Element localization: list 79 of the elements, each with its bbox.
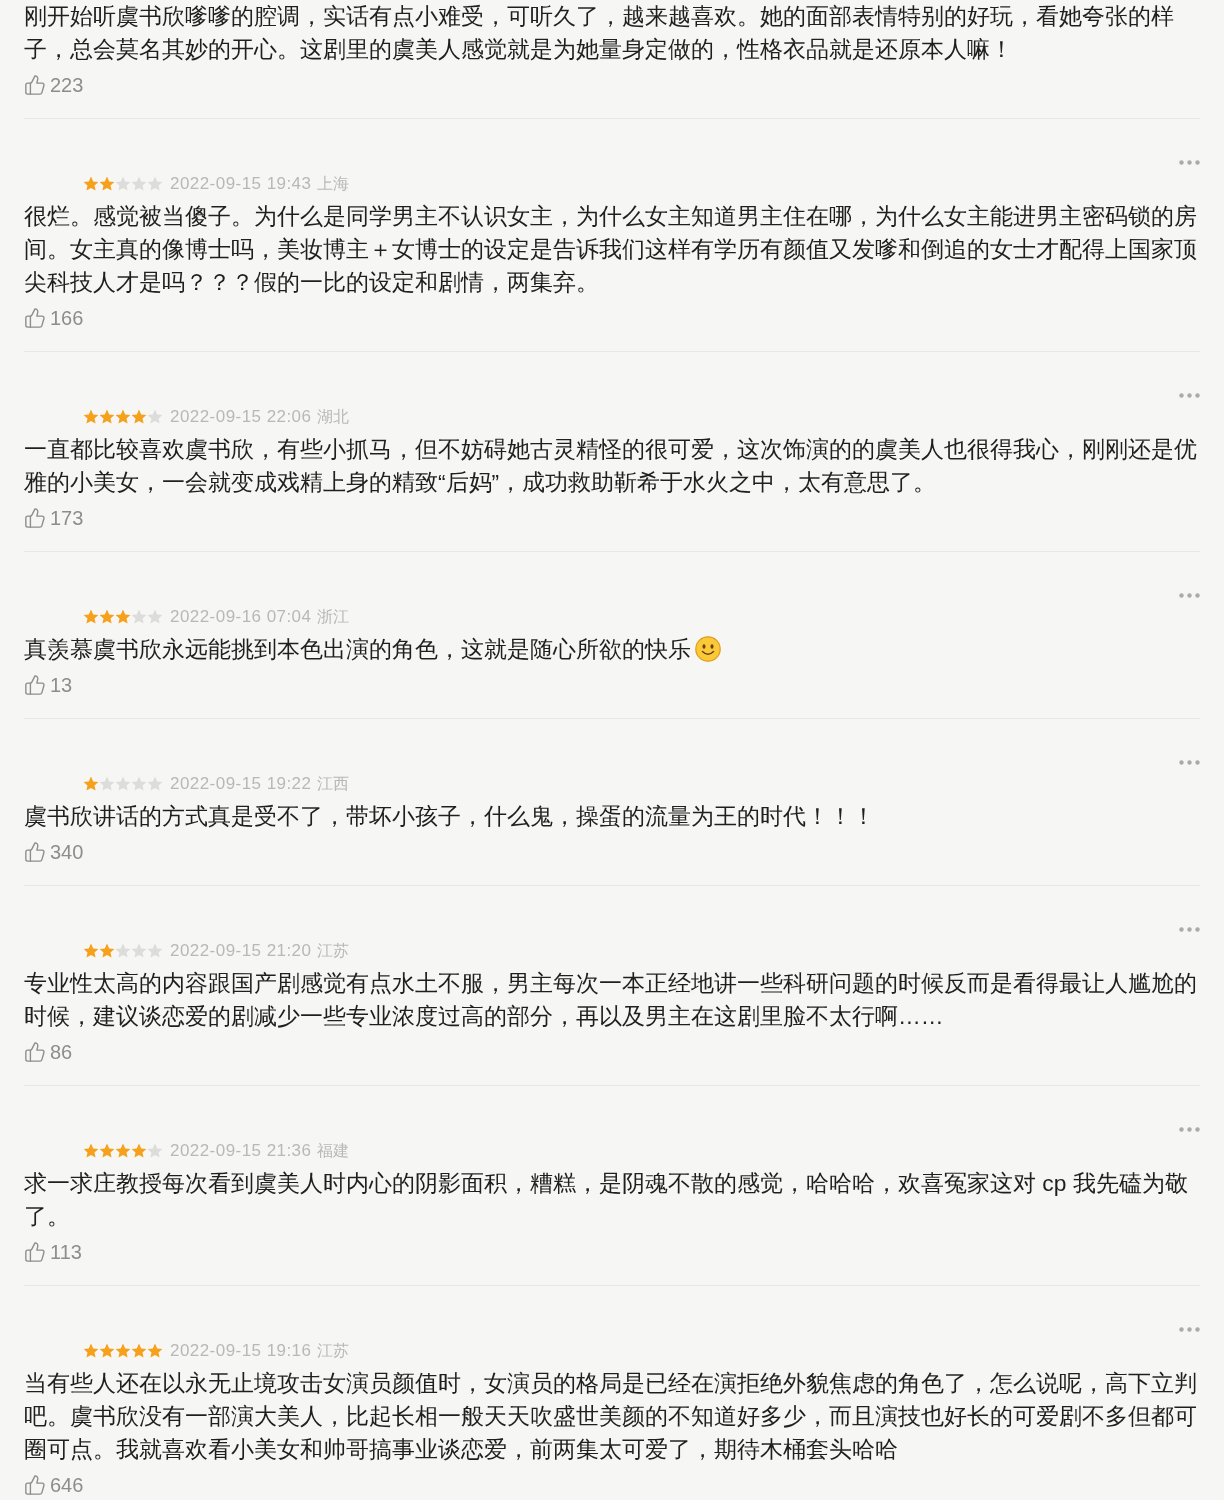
thumbs-up-icon	[24, 673, 46, 696]
star-icon	[131, 408, 147, 425]
star-icon	[99, 775, 115, 792]
review-date: 2022-09-15 21:36	[170, 1140, 312, 1161]
more-icon	[1178, 1327, 1200, 1332]
star-icon	[83, 942, 99, 959]
thumbs-up-icon	[24, 73, 46, 96]
review-date: 2022-09-16 07:04	[170, 606, 312, 627]
star-icon	[115, 1342, 131, 1359]
star-icon	[99, 1342, 115, 1359]
like-button[interactable]: 13	[24, 672, 73, 697]
review-location: 湖北	[317, 406, 350, 427]
review-date: 2022-09-15 19:43	[170, 173, 312, 194]
star-icon	[99, 175, 115, 192]
thumbs-up-icon	[24, 1040, 46, 1063]
star-icon	[83, 1342, 99, 1359]
star-icon	[99, 408, 115, 425]
star-icon	[115, 775, 131, 792]
star-icon	[115, 942, 131, 959]
star-icon	[147, 608, 163, 625]
like-button[interactable]: 340	[24, 839, 84, 864]
star-icon	[147, 1142, 163, 1159]
thumbs-up-icon	[24, 1473, 46, 1496]
star-icon	[115, 1142, 131, 1159]
review-text: 真羡慕虞书欣永远能挑到本色出演的角色，这就是随心所欲的快乐	[24, 636, 691, 662]
star-icon	[83, 608, 99, 625]
review-date: 2022-09-15 21:20	[170, 940, 312, 961]
like-button[interactable]: 113	[24, 1239, 82, 1264]
more-icon	[1178, 927, 1200, 932]
like-button[interactable]: 166	[24, 305, 84, 330]
review-text: 一直都比较喜欢虞书欣，有些小抓马，但不妨碍她古灵精怪的很可爱，这次饰演的的虞美人也很得我心，刚刚还是优雅的小美女，一会就变成戏精上身的精致“后妈”，成功救助靳希于水火之中，太有意思了。	[24, 436, 1197, 495]
review-date: 2022-09-15 19:16	[170, 1340, 312, 1361]
star-icon	[131, 942, 147, 959]
review-text: 虞书欣讲话的方式真是受不了，带坏小孩子，什么鬼，操蛋的流量为王的时代！！！	[24, 803, 875, 829]
review-text: 刚开始听虞书欣嗲嗲的腔调，实话有点小难受，可听久了，越来越喜欢。她的面部表情特别的好玩，看她夸张的样子，总会莫名其妙的开心。这剧里的虞美人感觉就是为她量身定做的，性格衣品就是还原本人嘛！	[24, 3, 1174, 62]
star-icon	[147, 775, 163, 792]
review-date: 2022-09-15 22:06	[170, 406, 312, 427]
review-location: 福建	[317, 1140, 350, 1161]
more-icon	[1178, 760, 1200, 765]
star-icon	[131, 1342, 147, 1359]
review-text: 专业性太高的内容跟国产剧感觉有点水土不服，男主每次一本正经地讲一些科研问题的时候反而是看得最让人尴尬的时候，建议谈恋爱的剧减少一些专业浓度过高的部分，再以及男主在这剧里脸不太行啊……	[24, 970, 1197, 1029]
star-icon	[115, 608, 131, 625]
review-location: 江西	[317, 773, 350, 794]
star-icon	[131, 175, 147, 192]
thumbs-up-icon	[24, 306, 46, 329]
star-icon	[83, 1142, 99, 1159]
star-icon	[131, 608, 147, 625]
star-icon	[131, 775, 147, 792]
star-icon	[115, 175, 131, 192]
star-icon	[115, 408, 131, 425]
review-location: 江苏	[317, 1340, 350, 1361]
star-icon	[83, 175, 99, 192]
star-icon	[147, 408, 163, 425]
review-text: 求一求庄教授每次看到虞美人时内心的阴影面积，糟糕，是阴魂不散的感觉，哈哈哈，欢喜冤家这对 cp 我先磕为敬了。	[24, 1170, 1188, 1229]
more-icon	[1178, 593, 1200, 598]
star-icon	[147, 1342, 163, 1359]
star-icon	[83, 408, 99, 425]
more-icon	[1178, 393, 1200, 398]
review-text: 很烂。感觉被当傻子。为什么是同学男主不认识女主，为什么女主知道男主住在哪，为什么女主能进男主密码锁的房间。女主真的像博士吗，美妆博主＋女博士的设定是告诉我们这样有学历有颜值又发嗲和倒追的女士才配得上国家顶尖科技人才是吗？？？假的一比的设定和剧情，两集弃。	[24, 203, 1197, 295]
like-button[interactable]: 223	[24, 72, 84, 97]
review-location: 浙江	[317, 606, 350, 627]
star-icon	[99, 942, 115, 959]
like-button[interactable]: 86	[24, 1039, 73, 1064]
star-icon	[99, 1142, 115, 1159]
star-icon	[147, 175, 163, 192]
review-location: 江苏	[317, 940, 350, 961]
thumbs-up-icon	[24, 840, 46, 863]
star-icon	[83, 775, 99, 792]
star-icon	[147, 942, 163, 959]
review-text: 当有些人还在以永无止境攻击女演员颜值时，女演员的格局是已经在演拒绝外貌焦虑的角色了，怎么说呢，高下立判吧。虞书欣没有一部演大美人，比起长相一般天天吹盛世美颜的不知道好多少，而且演技也好长的可爱剧不多但都可圈可点。我就喜欢看小美女和帅哥搞事业谈恋爱，前两集太可爱了，期待木桶套头哈哈	[24, 1370, 1197, 1462]
star-icon	[99, 608, 115, 625]
review-date: 2022-09-15 19:22	[170, 773, 312, 794]
more-icon	[1178, 160, 1200, 165]
more-icon	[1178, 1127, 1200, 1132]
like-button[interactable]: 173	[24, 505, 84, 530]
thumbs-up-icon	[24, 506, 46, 529]
like-button[interactable]: 646	[24, 1472, 84, 1497]
star-icon	[131, 1142, 147, 1159]
thumbs-up-icon	[24, 1240, 46, 1263]
